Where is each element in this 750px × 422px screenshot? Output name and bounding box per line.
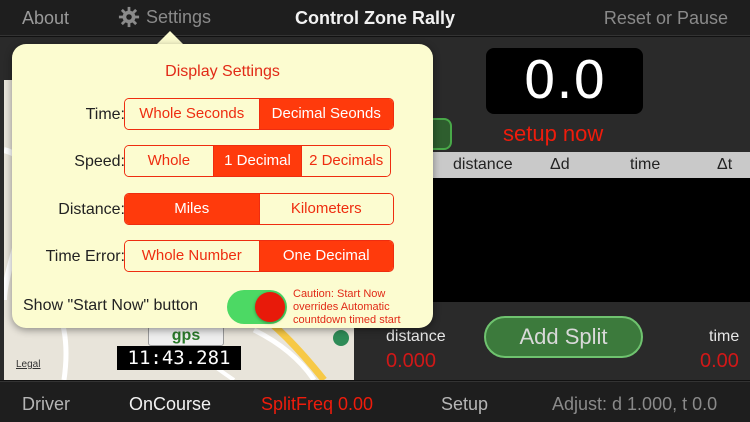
- top-navigation-bar: About Settings Control Zone Rally Reset …: [0, 0, 750, 36]
- time-value: 0.00: [700, 350, 739, 372]
- driver-button[interactable]: Driver: [22, 394, 70, 415]
- time-error-label: Time Error:: [45, 248, 125, 265]
- gps-badge: gps: [148, 326, 224, 346]
- oncourse-button[interactable]: OnCourse: [129, 394, 211, 415]
- toggle-knob: [255, 292, 285, 322]
- settings-button[interactable]: Settings: [118, 6, 211, 28]
- time-decimal-seconds-option[interactable]: Decimal Seonds: [259, 99, 393, 129]
- settings-label: Settings: [146, 6, 212, 27]
- reset-pause-button[interactable]: Reset or Pause: [604, 8, 728, 29]
- time-format-label: Time:: [85, 106, 125, 123]
- timer-display: 0.0: [486, 48, 643, 114]
- popover-title: Display Settings: [165, 63, 280, 80]
- col-delta-distance: Δd: [550, 156, 570, 173]
- display-settings-popover: Display Settings Time: Whole Seconds Dec…: [12, 44, 433, 328]
- speed-format-label: Speed:: [74, 153, 125, 170]
- speed-format-control: Whole 1 Decimal 2 Decimals: [124, 145, 391, 177]
- splitfreq-button[interactable]: SplitFreq 0.00: [261, 394, 373, 415]
- time-error-one-decimal-option[interactable]: One Decimal: [259, 241, 393, 271]
- distance-miles-option[interactable]: Miles: [125, 194, 260, 224]
- time-error-control: Whole Number One Decimal: [124, 240, 394, 272]
- bottom-toolbar: Driver OnCourse SplitFreq 0.00 Setup Adj…: [0, 381, 750, 422]
- speed-2-decimals-option[interactable]: 2 Decimals: [302, 146, 390, 176]
- popover-arrow: [156, 31, 184, 45]
- speed-whole-option[interactable]: Whole: [125, 146, 214, 176]
- setup-button[interactable]: Setup: [441, 394, 488, 415]
- col-distance: distance: [453, 156, 513, 173]
- legal-link[interactable]: Legal: [16, 359, 40, 370]
- speed-1-decimal-option[interactable]: 1 Decimal: [213, 146, 303, 176]
- time-whole-seconds-option[interactable]: Whole Seconds: [125, 99, 260, 129]
- add-split-button[interactable]: Add Split: [484, 316, 643, 358]
- col-time: time: [630, 156, 661, 173]
- distance-label: distance: [386, 328, 446, 345]
- timer-status: setup now: [503, 121, 604, 146]
- col-delta-time: Δt: [717, 156, 733, 173]
- time-error-whole-option[interactable]: Whole Number: [125, 241, 260, 271]
- caution-text: Caution: Start Now overrides Automatic c…: [293, 288, 401, 326]
- start-now-label: Show "Start Now" button: [23, 297, 198, 314]
- time-label: time: [709, 328, 740, 345]
- distance-units-label: Distance:: [58, 201, 125, 218]
- gear-icon: [118, 6, 140, 28]
- distance-value: 0.000: [386, 350, 437, 372]
- time-format-control: Whole Seconds Decimal Seonds: [124, 98, 394, 130]
- clock-display: 11:43.281: [117, 346, 241, 370]
- adjust-button[interactable]: Adjust: d 1.000, t 0.0: [552, 394, 717, 415]
- distance-kilometers-option[interactable]: Kilometers: [259, 194, 393, 224]
- start-now-toggle[interactable]: [227, 290, 287, 324]
- about-button[interactable]: About: [22, 8, 69, 29]
- distance-units-control: Miles Kilometers: [124, 193, 394, 225]
